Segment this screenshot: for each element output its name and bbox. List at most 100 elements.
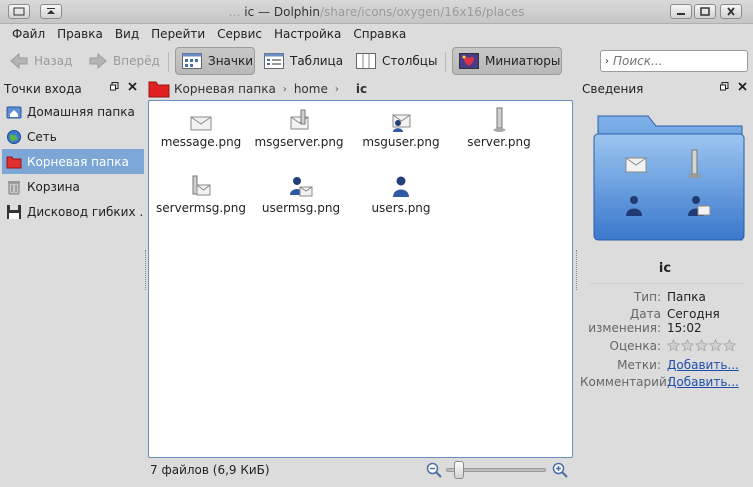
message-icon — [190, 116, 212, 131]
preview-icon — [459, 53, 479, 69]
server-icon — [493, 107, 506, 132]
minimize-button[interactable] — [670, 4, 692, 19]
chevron-right-icon: › — [334, 83, 339, 95]
usermsg-icon — [290, 177, 313, 197]
undock-places-icon[interactable] — [110, 82, 119, 94]
zoom-slider[interactable] — [426, 460, 571, 480]
info-row-date: Дата изменения: Сегодня 15:02 — [580, 307, 750, 335]
file-item[interactable]: server.png — [447, 107, 551, 149]
chevron-right-icon: › — [605, 55, 609, 67]
columns-view-label: Столбцы — [382, 54, 438, 68]
place-label: Сеть — [27, 129, 57, 144]
breadcrumb-current[interactable]: ic — [356, 82, 367, 96]
info-row-type: Тип: Папка — [580, 290, 750, 304]
folder-preview-icon — [592, 112, 746, 244]
breadcrumb: Корневая папка › home › ic — [148, 78, 576, 100]
menu-go[interactable]: Перейти — [145, 24, 211, 44]
info-row-rating: Оценка: — [580, 338, 750, 355]
info-key: Метки: — [617, 358, 661, 372]
breadcrumb-root[interactable]: Корневая папка — [148, 80, 276, 98]
menu-tools[interactable]: Сервис — [211, 24, 268, 44]
info-value: Папка — [667, 290, 706, 304]
place-root[interactable]: Корневая папка — [2, 149, 144, 174]
place-trash[interactable]: Корзина — [2, 174, 144, 199]
info-key: Тип: — [633, 290, 661, 304]
chevron-right-icon: › — [282, 83, 287, 95]
menu-settings[interactable]: Настройка — [268, 24, 347, 44]
file-name: servermsg.png — [156, 201, 246, 215]
add-tags-link[interactable]: Добавить... — [667, 358, 750, 372]
menu-bar: Файл Правка Вид Перейти Сервис Настройка… — [0, 24, 753, 44]
menu-view[interactable]: Вид — [109, 24, 145, 44]
info-row-tags: Метки: Добавить... — [580, 358, 750, 372]
close-places-icon[interactable] — [128, 82, 137, 94]
file-name: usermsg.png — [261, 201, 341, 215]
info-item-name: ic — [658, 261, 672, 276]
forward-label: Вперёд — [113, 54, 160, 68]
icons-view-label: Значки — [208, 54, 254, 68]
file-name: msgserver.png — [254, 135, 344, 149]
msgserver-icon — [290, 109, 309, 130]
zoom-in-icon[interactable] — [552, 462, 568, 478]
file-item[interactable]: msgserver.png — [247, 107, 351, 149]
maximize-button[interactable] — [694, 4, 716, 19]
star-icons[interactable] — [666, 338, 737, 352]
place-floppy[interactable]: Дисковод гибких … — [2, 199, 144, 224]
add-comment-link[interactable]: Добавить... — [667, 375, 750, 389]
details-view-icon — [264, 53, 284, 69]
place-label: Корзина — [27, 179, 80, 194]
menu-help[interactable]: Справка — [347, 24, 412, 44]
msguser-icon — [392, 114, 411, 132]
undock-info-icon[interactable] — [720, 82, 729, 94]
place-label: Корневая папка — [27, 154, 129, 169]
root-folder-icon — [6, 156, 22, 168]
users-icon — [393, 176, 409, 197]
info-properties: Тип: Папка Дата изменения: Сегодня 15:02 … — [580, 290, 750, 392]
status-text: 7 файлов (6,9 КиБ) — [150, 463, 270, 477]
place-network[interactable]: Сеть — [2, 124, 144, 149]
zoom-handle[interactable] — [454, 461, 464, 479]
close-icon — [727, 7, 735, 16]
splitter-handle[interactable] — [576, 250, 579, 290]
maximize-icon — [700, 7, 710, 16]
places-panel-title: Точки входа — [4, 82, 82, 96]
place-label: Дисковод гибких … — [27, 204, 144, 219]
details-view-label: Таблица — [290, 54, 344, 68]
breadcrumb-home[interactable]: home — [294, 82, 328, 96]
zoom-out-icon[interactable] — [426, 462, 442, 478]
toolbar-separator — [445, 52, 446, 72]
search-input[interactable] — [613, 54, 733, 68]
columns-view-button[interactable]: Столбцы — [350, 47, 443, 75]
close-info-icon[interactable] — [738, 82, 747, 94]
rating-stars[interactable] — [666, 338, 750, 355]
menu-file[interactable]: Файл — [6, 24, 51, 44]
file-item[interactable]: users.png — [349, 173, 453, 215]
info-panel-title: Сведения — [582, 82, 644, 96]
file-name: users.png — [371, 201, 431, 215]
root-folder-icon — [148, 81, 170, 98]
details-view-button[interactable]: Таблица — [258, 47, 349, 75]
file-view[interactable]: message.png msgserver.png msguser.png se… — [148, 100, 573, 458]
place-home[interactable]: Домашняя папка — [2, 99, 144, 124]
servermsg-icon — [192, 175, 211, 196]
file-item[interactable]: servermsg.png — [149, 173, 253, 215]
info-value: Сегодня 15:02 — [667, 307, 720, 335]
floppy-icon — [7, 204, 21, 219]
back-button[interactable]: Назад — [4, 47, 78, 75]
file-item[interactable]: usermsg.png — [249, 173, 353, 215]
file-item[interactable]: message.png — [149, 107, 253, 149]
close-window-button[interactable] — [720, 4, 742, 19]
info-key: Оценка: — [609, 339, 662, 353]
minimize-icon — [677, 13, 685, 15]
network-icon — [7, 129, 21, 144]
preview-toggle-button[interactable]: Миниатюры — [452, 47, 562, 75]
search-box[interactable]: › — [600, 50, 748, 72]
file-item[interactable]: msguser.png — [349, 107, 453, 149]
forward-button[interactable]: Вперёд — [83, 47, 166, 75]
icons-view-button[interactable]: Значки — [175, 47, 255, 75]
back-label: Назад — [34, 54, 73, 68]
menu-edit[interactable]: Правка — [51, 24, 109, 44]
home-folder-icon — [6, 106, 22, 118]
file-name: message.png — [160, 135, 242, 149]
info-key: Дата изменения: — [588, 307, 661, 335]
